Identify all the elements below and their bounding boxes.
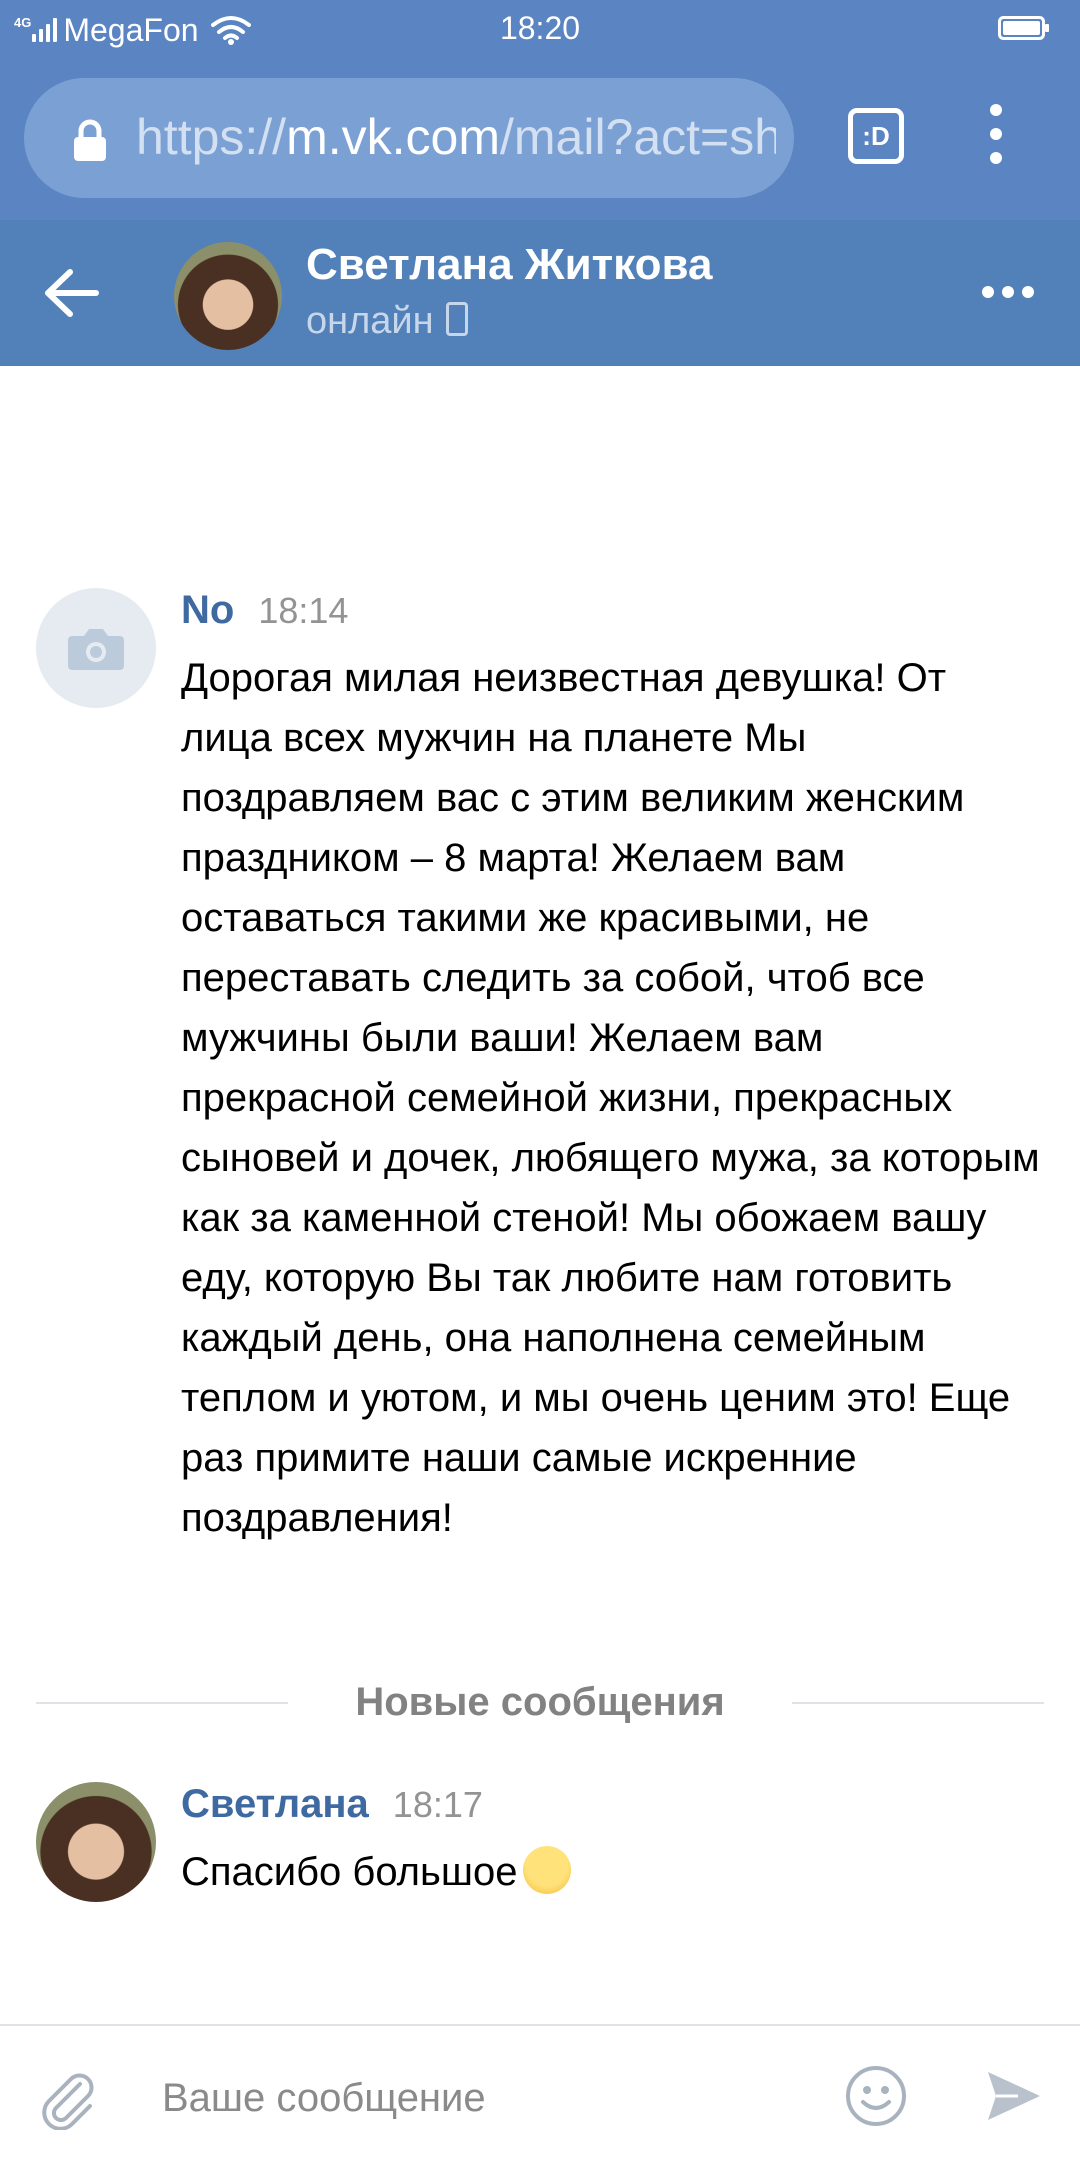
sender-avatar[interactable] (36, 1782, 156, 1902)
new-messages-divider: Новые сообщения (36, 1680, 1044, 1724)
author-name-link[interactable]: Светлана (181, 1782, 369, 1826)
url-scheme: https:// (136, 109, 287, 165)
more-icon[interactable] (982, 286, 1034, 298)
smiling-face-emoji (523, 1846, 572, 1895)
status-bar: 4G MegaFon 18:20 (0, 0, 1080, 60)
url-path: /mail?act=sh (499, 109, 776, 165)
chat-header: Светлана Житкова онлайн (0, 220, 1080, 366)
message-text: Спасибо большое (181, 1842, 1041, 1902)
message-text: Дорогая милая неизвестная девушка! От ли… (181, 656, 1040, 1540)
contact-name[interactable]: Светлана Житкова (306, 240, 712, 290)
online-status-label: онлайн (306, 300, 434, 342)
url-host: m.vk.com (286, 109, 500, 165)
message-time: 18:17 (392, 1784, 483, 1825)
message-text-content: Спасибо большое (181, 1850, 518, 1894)
paperclip-icon[interactable] (36, 2066, 100, 2130)
camera-icon (68, 629, 124, 670)
address-bar[interactable]: https://m.vk.com/mail?act=sh (24, 78, 794, 198)
tabs-button[interactable]: :D (848, 108, 904, 164)
url-text: https://m.vk.com/mail?act=sh (136, 108, 776, 166)
author-name-link[interactable]: No (181, 588, 234, 632)
browser-menu-icon[interactable] (983, 104, 1009, 170)
battery-icon (998, 16, 1049, 40)
message-author: No 18:14 (181, 588, 348, 633)
message-input[interactable] (160, 2062, 804, 2134)
smile-icon[interactable] (844, 2064, 908, 2128)
lock-icon (74, 119, 106, 161)
mobile-phone-icon (445, 301, 468, 336)
contact-status: онлайн (306, 300, 468, 343)
status-clock: 18:20 (499, 10, 581, 46)
message-time: 18:14 (258, 590, 349, 631)
send-icon[interactable] (984, 2066, 1044, 2126)
message-author: Светлана 18:17 (181, 1782, 483, 1827)
back-arrow-icon[interactable] (44, 268, 100, 318)
browser-toolbar: https://m.vk.com/mail?act=sh :D (0, 60, 1080, 220)
contact-avatar[interactable] (174, 242, 282, 350)
message-composer (0, 2024, 1080, 2162)
sender-avatar[interactable] (36, 588, 156, 708)
divider-line-right (792, 1702, 1044, 1704)
